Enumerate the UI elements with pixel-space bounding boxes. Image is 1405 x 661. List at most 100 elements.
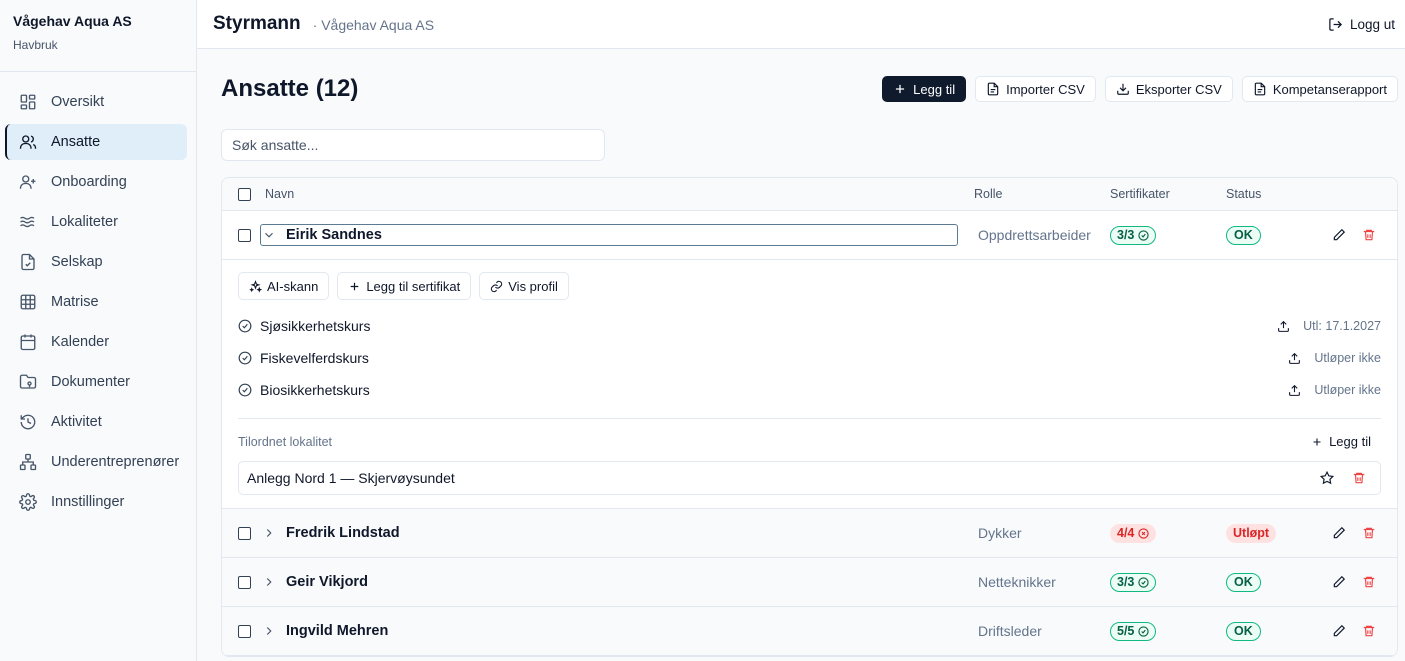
file-text-icon [1253,82,1267,96]
users-icon [19,133,37,151]
add-certificate-button[interactable]: Legg til sertifikat [337,272,472,300]
status-badge: OK [1226,572,1261,592]
check-circle-icon [238,383,252,397]
logout-label: Logg ut [1349,16,1395,32]
sparkles-icon [249,279,262,293]
sidebar-item-selskap[interactable]: Selskap [5,244,187,280]
sidebar-item-matrise[interactable]: Matrise [5,284,187,320]
link-icon [490,280,503,293]
add-employee-button[interactable]: Legg til [882,76,967,102]
sidebar-item-label: Ansatte [51,134,101,150]
sidebar-item-dokumenter[interactable]: Dokumenter [5,364,187,400]
check-circle-icon [238,319,252,333]
sidebar-item-label: Aktivitet [51,414,102,430]
pencil-icon[interactable] [1332,228,1346,242]
certificate-name: Fiskevelferdskurs [260,350,369,366]
location-name: Anlegg Nord 1 — Skjervøysundet [247,470,455,486]
folder-icon [19,373,37,391]
chevron-right-icon[interactable] [262,575,276,589]
calendar-icon [19,333,37,351]
column-header-role[interactable]: Rolle [974,187,1110,201]
upload-icon[interactable] [1288,352,1301,365]
employee-role: Driftsleder [978,623,1042,639]
sidebar-item-label: Oversikt [51,94,105,110]
sidebar-item-kalender[interactable]: Kalender [5,324,187,360]
column-header-name[interactable]: Navn [260,187,974,201]
table-icon [19,293,37,311]
sidebar-item-label: Lokaliteter [51,214,118,230]
plus-icon [893,82,907,96]
star-icon[interactable] [1320,471,1334,485]
row-checkbox[interactable] [238,575,251,589]
certificate-count-badge: 4/4 [1110,523,1157,543]
sidebar-item-innstillinger[interactable]: Innstillinger [5,484,187,520]
chevron-right-icon[interactable] [262,526,276,540]
plus-icon [348,280,361,293]
employee-role: Dykker [978,525,1022,541]
column-header-certificates[interactable]: Sertifikater [1110,187,1226,201]
employee-name: Geir Vikjord [286,574,368,590]
row-checkbox[interactable] [238,526,251,540]
table-row[interactable]: Fredrik Lindstad Dykker 4/4 Utløpt [222,509,1397,558]
org-brand: Vågehav Aqua AS Havbruk [0,0,196,72]
trash-icon[interactable] [1352,471,1366,485]
row-checkbox[interactable] [238,228,251,242]
sidebar-item-oversikt[interactable]: Oversikt [5,84,187,120]
add-location-button[interactable]: Legg til [1311,434,1381,449]
status-badge: OK [1226,225,1261,245]
column-header-status[interactable]: Status [1226,187,1316,201]
sidebar-item-label: Innstillinger [51,494,125,510]
chevron-down-icon[interactable] [262,228,276,242]
sidebar-item-lokaliteter[interactable]: Lokaliteter [5,204,187,240]
sidebar-item-label: Selskap [51,254,103,270]
trash-icon[interactable] [1362,526,1376,540]
history-icon [19,413,37,431]
org-type: Havbruk [13,38,58,52]
select-all-checkbox[interactable] [238,187,251,201]
chevron-right-icon[interactable] [262,624,276,638]
ai-scan-label: AI-skann [267,278,319,294]
divider [238,418,1381,419]
main-area: Styrmann · Vågehav Aqua AS Logg ut Ansat… [197,0,1405,661]
export-csv-button[interactable]: Eksporter CSV [1104,76,1233,102]
sidebar-item-ansatte[interactable]: Ansatte [5,124,187,160]
sidebar-item-underentreprenorer[interactable]: Underentreprenører [5,444,187,480]
pencil-icon[interactable] [1332,526,1346,540]
employee-name-focused[interactable]: Eirik Sandnes [260,224,958,246]
employee-name: Ingvild Mehren [286,623,389,639]
row-checkbox[interactable] [238,624,251,638]
logout-button[interactable]: Logg ut [1328,17,1395,32]
certificate-name: Sjøsikkerhetskurs [260,318,371,334]
plus-icon [1311,436,1323,448]
x-circle-icon [1138,527,1150,539]
trash-icon[interactable] [1362,624,1376,638]
pencil-icon[interactable] [1332,575,1346,589]
topbar-org-name: · Vågehav Aqua AS [312,17,435,33]
assigned-location: Anlegg Nord 1 — Skjervøysundet [238,461,1381,495]
ai-scan-button[interactable]: AI-skann [238,272,330,300]
upload-icon[interactable] [1288,384,1301,397]
page-content: Ansatte (12) Legg til Importer CSV Ekspo… [197,49,1405,661]
table-row[interactable]: Ingvild Mehren Driftsleder 5/5 OK [222,607,1397,656]
export-csv-label: Eksporter CSV [1135,81,1222,97]
sidebar-item-onboarding[interactable]: Onboarding [5,164,187,200]
certificate-expiry: Utløper ikke [1314,383,1381,397]
employee-role: Oppdrettsarbeider [978,227,1091,243]
upload-icon[interactable] [1277,320,1290,333]
employee-name: Fredrik Lindstad [286,525,400,541]
table-row[interactable]: Eirik Sandnes Oppdrettsarbeider 3/3 OK [222,211,1397,260]
page-header: Ansatte (12) Legg til Importer CSV Ekspo… [221,49,1398,129]
sidebar-item-label: Kalender [51,334,110,350]
search-input[interactable] [221,129,605,161]
pencil-icon[interactable] [1332,624,1346,638]
certificate-item: Sjøsikkerhetskurs Utl: 17.1.2027 [238,310,1381,342]
table-row[interactable]: Geir Vikjord Netteknikker 3/3 OK [222,558,1397,607]
view-profile-button[interactable]: Vis profil [479,272,569,300]
add-certificate-label: Legg til sertifikat [366,278,461,294]
trash-icon[interactable] [1362,228,1376,242]
competence-report-button[interactable]: Kompetanserapport [1241,76,1398,102]
trash-icon[interactable] [1362,575,1376,589]
import-csv-button[interactable]: Importer CSV [975,76,1096,102]
employee-name: Eirik Sandnes [286,227,382,243]
sidebar-item-aktivitet[interactable]: Aktivitet [5,404,187,440]
